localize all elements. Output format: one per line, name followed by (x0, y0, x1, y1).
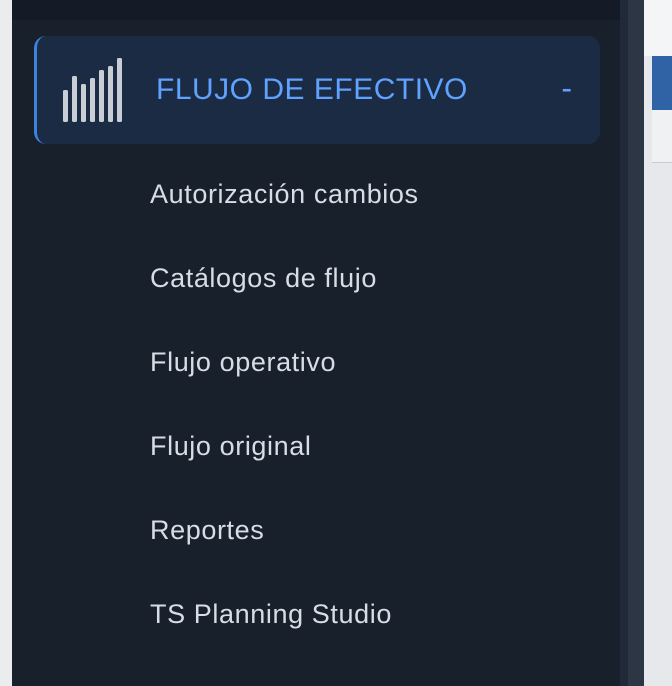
menu-item-label: Flujo operativo (150, 347, 337, 377)
bar-chart-icon (63, 58, 122, 122)
menu-item-catalogos-de-flujo[interactable]: Catálogos de flujo (12, 236, 620, 320)
menu-item-reportes[interactable]: Reportes (12, 488, 620, 572)
menu-item-label: Flujo original (150, 431, 312, 461)
menu-item-label: Reportes (150, 515, 265, 545)
sidebar-divider (620, 0, 628, 686)
menu-item-flujo-operativo[interactable]: Flujo operativo (12, 320, 620, 404)
section-header-flujo-de-efectivo[interactable]: FLUJO DE EFECTIVO - (34, 36, 600, 144)
menu-item-autorizacion-cambios[interactable]: Autorización cambios (12, 152, 620, 236)
main-header-band (652, 56, 672, 110)
sidebar: FLUJO DE EFECTIVO - Autorización cambios… (12, 0, 620, 686)
main-toolbar-band (652, 110, 672, 162)
menu-item-label: Autorización cambios (150, 179, 419, 209)
main-top-bar (644, 0, 672, 56)
menu-item-flujo-original[interactable]: Flujo original (12, 404, 620, 488)
collapse-toggle[interactable]: - (561, 70, 572, 106)
main-content-edge (644, 0, 672, 686)
menu-item-label: Catálogos de flujo (150, 263, 377, 293)
menu-item-label: TS Planning Studio (150, 599, 392, 629)
window-edge (0, 0, 12, 686)
main-separator (652, 162, 672, 163)
submenu-list: Autorización cambios Catálogos de flujo … (12, 152, 620, 656)
app-window: FLUJO DE EFECTIVO - Autorización cambios… (0, 0, 672, 686)
section-title: FLUJO DE EFECTIVO (156, 73, 468, 106)
sidebar-scrollbar[interactable] (628, 0, 644, 686)
sidebar-top-edge (12, 0, 620, 20)
menu-item-ts-planning-studio[interactable]: TS Planning Studio (12, 572, 620, 656)
